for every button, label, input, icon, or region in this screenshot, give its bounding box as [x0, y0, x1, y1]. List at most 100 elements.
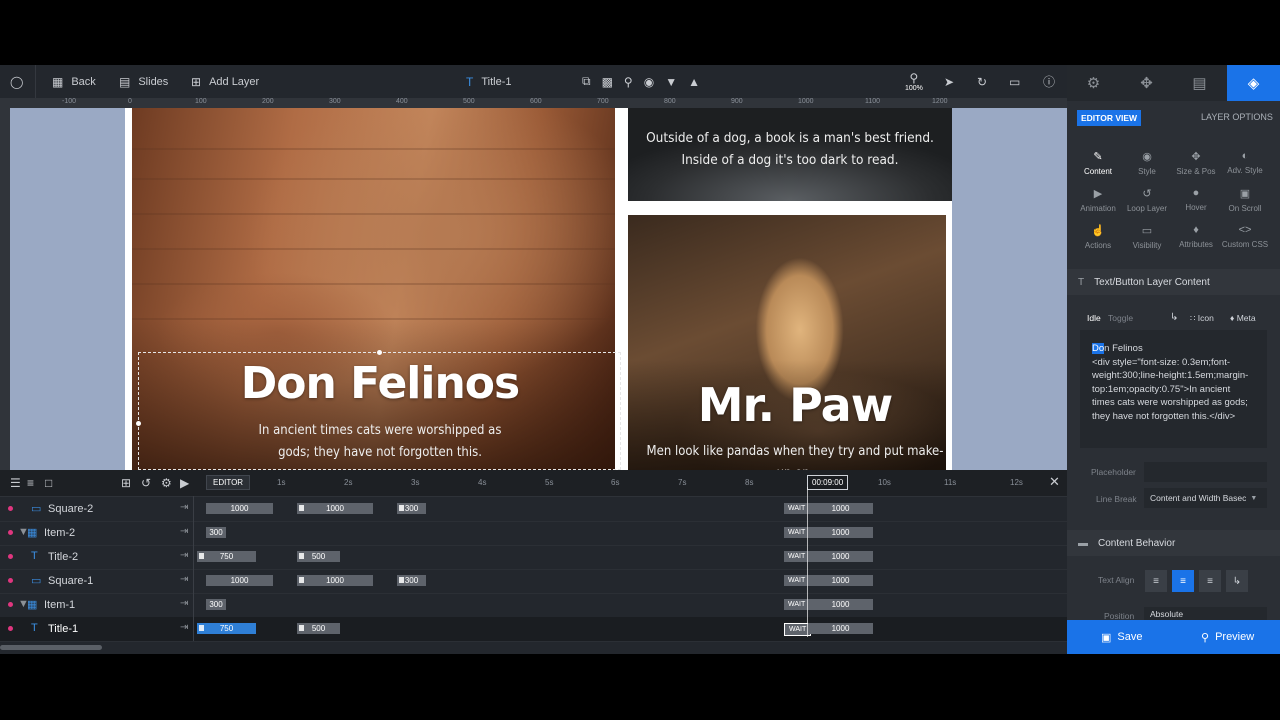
- horizontal-scrollbar[interactable]: [0, 645, 102, 650]
- list-icon[interactable]: ≡: [27, 476, 34, 490]
- save-button[interactable]: ▣ Save: [1101, 620, 1142, 654]
- jump-arrow-icon[interactable]: ⇥: [180, 598, 188, 609]
- layer-options-label: LAYER OPTIONS: [1201, 112, 1273, 122]
- anim-bar[interactable]: 1000: [297, 575, 373, 586]
- back-button[interactable]: ▦ Back: [52, 65, 96, 98]
- editor-view-badge[interactable]: EDITOR VIEW: [1077, 110, 1142, 126]
- top-right-subtitle[interactable]: Outside of a dog, a book is a man's best…: [640, 127, 940, 171]
- section-layer-content[interactable]: T Text/Button Layer Content: [1067, 269, 1280, 295]
- prop-animation[interactable]: ▶ Animation: [1073, 187, 1123, 213]
- anim-bar[interactable]: 1000: [297, 503, 373, 514]
- align-right-button[interactable]: ≡: [1199, 570, 1221, 592]
- close-icon[interactable]: ✕: [1049, 474, 1060, 490]
- prop-on-scroll[interactable]: ▣ On Scroll: [1220, 187, 1270, 213]
- ruler-label: 100: [195, 98, 207, 105]
- visibility-eye-icon[interactable]: ◉: [644, 75, 654, 89]
- icon-button[interactable]: ∷ Icon: [1190, 313, 1214, 324]
- anim-bar[interactable]: 1000: [206, 575, 273, 586]
- desktop-view-icon[interactable]: ▭: [1009, 65, 1020, 98]
- end-bar[interactable]: 1000: [808, 551, 873, 562]
- anim-bar[interactable]: 500: [297, 623, 340, 634]
- tab-settings[interactable]: ⚙: [1067, 65, 1120, 101]
- duplicate-icon[interactable]: ⧉: [582, 74, 591, 89]
- slides-button[interactable]: ▤ Slides: [119, 65, 168, 98]
- prop-custom-css[interactable]: <> Custom CSS: [1220, 224, 1270, 249]
- loop-icon[interactable]: ↺: [141, 476, 151, 490]
- jump-arrow-icon[interactable]: ⇥: [180, 502, 188, 513]
- folder-icon[interactable]: □: [45, 476, 52, 490]
- prop-attributes[interactable]: ♦ Attributes: [1171, 224, 1221, 249]
- settings-wheel-icon[interactable]: ⚙: [161, 476, 172, 490]
- end-bar[interactable]: 1000: [808, 599, 873, 610]
- timeline-row[interactable]: ▼ ▦ Item-1 ⇥ 300 WAIT 1000: [0, 593, 1067, 618]
- prop-style[interactable]: ◉ Style: [1122, 150, 1172, 176]
- playhead-line[interactable]: [807, 487, 808, 637]
- placeholder-input[interactable]: [1144, 462, 1267, 482]
- jump-arrow-icon[interactable]: ⇥: [180, 550, 188, 561]
- layers-icon[interactable]: ☰: [10, 476, 21, 490]
- pointer-icon[interactable]: ➤: [944, 65, 954, 98]
- resize-handle[interactable]: [136, 421, 141, 426]
- jump-arrow-icon[interactable]: ⇥: [180, 526, 188, 537]
- zoom-control[interactable]: ⚲ 100%: [905, 65, 923, 98]
- end-bar[interactable]: 1000: [808, 623, 873, 634]
- prop-visibility[interactable]: ▭ Visibility: [1122, 224, 1172, 250]
- tab-navigation[interactable]: ✥: [1120, 65, 1173, 101]
- anim-bar[interactable]: 300: [206, 527, 226, 538]
- row-label: Square-2: [48, 503, 94, 515]
- timeline-row[interactable]: ▭ Square-1 ⇥ 1000 1000 300 WAIT 1000: [0, 569, 1067, 594]
- prop-actions[interactable]: ☝ Actions: [1073, 224, 1123, 250]
- delete-icon[interactable]: ▩: [602, 75, 613, 89]
- end-bar[interactable]: 1000: [808, 527, 873, 538]
- prop-hover[interactable]: ● Hover: [1171, 187, 1221, 212]
- playhead-time[interactable]: 00:09:00: [807, 475, 849, 490]
- timeline-row-selected[interactable]: T Title-1 ⇥ 750 500 WAIT 1000: [0, 617, 1067, 642]
- selection-box[interactable]: [136, 350, 621, 470]
- section-content-behavior[interactable]: ▬ Content Behavior: [1067, 530, 1280, 556]
- timeline-row[interactable]: ▭ Square-2 ⇥ 1000 1000 300 WAIT 1000: [0, 497, 1067, 522]
- current-layer-select[interactable]: T Title-1: [466, 65, 512, 98]
- grid-icon[interactable]: ⊞: [121, 476, 131, 490]
- timeline-row[interactable]: T Title-2 ⇥ 750 500 WAIT 1000: [0, 545, 1067, 570]
- anim-bar[interactable]: 1000: [206, 503, 273, 514]
- editor-label[interactable]: EDITOR: [206, 475, 251, 490]
- tab-layers[interactable]: ◈: [1227, 65, 1280, 101]
- play-icon[interactable]: ▶: [180, 476, 189, 490]
- anim-bar[interactable]: 500: [297, 551, 340, 562]
- add-layer-button[interactable]: ⊞ Add Layer: [191, 65, 259, 98]
- timeline-row[interactable]: ▼ ▦ Item-2 ⇥ 300 WAIT 1000: [0, 521, 1067, 546]
- anim-bar[interactable]: 300: [397, 575, 426, 586]
- anim-bar-selected[interactable]: 750: [197, 623, 256, 634]
- line-break-select[interactable]: Content and Width Basec ▼: [1144, 488, 1267, 508]
- tab-idle[interactable]: Idle: [1087, 313, 1101, 323]
- position-select[interactable]: Absolute: [1144, 607, 1267, 621]
- prop-size-pos[interactable]: ✥ Size & Pos: [1171, 150, 1221, 176]
- wordpress-logo-icon[interactable]: ◯: [10, 65, 23, 98]
- prop-adv-style[interactable]: ◐ Adv. Style: [1220, 150, 1270, 175]
- anim-bar[interactable]: 750: [197, 551, 256, 562]
- meta-button[interactable]: ♦ Meta: [1230, 313, 1256, 323]
- anim-bar[interactable]: 300: [397, 503, 426, 514]
- resize-handle[interactable]: [377, 350, 382, 355]
- layer-content-editor[interactable]: Don Felinos <div style="font-size: 0.3em…: [1080, 330, 1267, 448]
- align-inherit-button[interactable]: ↳: [1226, 570, 1248, 592]
- end-bar[interactable]: 1000: [808, 575, 873, 586]
- tab-slides[interactable]: ▤: [1173, 65, 1226, 101]
- help-icon[interactable]: ⓘ: [1043, 65, 1055, 98]
- preview-button[interactable]: ⚲ Preview: [1201, 620, 1254, 654]
- end-bar[interactable]: 1000: [808, 503, 873, 514]
- undo-icon[interactable]: ↻: [977, 65, 987, 98]
- align-center-button[interactable]: ≡: [1172, 570, 1194, 592]
- prop-content[interactable]: ✎ Content: [1073, 150, 1123, 176]
- chevron-up-icon[interactable]: ▲: [688, 75, 700, 89]
- chevron-down-icon[interactable]: ▼: [665, 75, 677, 89]
- title-2-layer[interactable]: Mr. Paw: [640, 378, 950, 432]
- prop-loop-layer[interactable]: ↺ Loop Layer: [1122, 187, 1172, 213]
- tab-toggle[interactable]: Toggle: [1108, 313, 1133, 323]
- jump-arrow-icon[interactable]: ⇥: [180, 622, 188, 633]
- align-left-button[interactable]: ≡: [1145, 570, 1167, 592]
- jump-arrow-icon[interactable]: ⇥: [180, 574, 188, 585]
- anim-bar[interactable]: 300: [206, 599, 226, 610]
- line-break-icon[interactable]: ↳: [1170, 312, 1178, 323]
- lock-icon[interactable]: ⚲: [624, 75, 633, 89]
